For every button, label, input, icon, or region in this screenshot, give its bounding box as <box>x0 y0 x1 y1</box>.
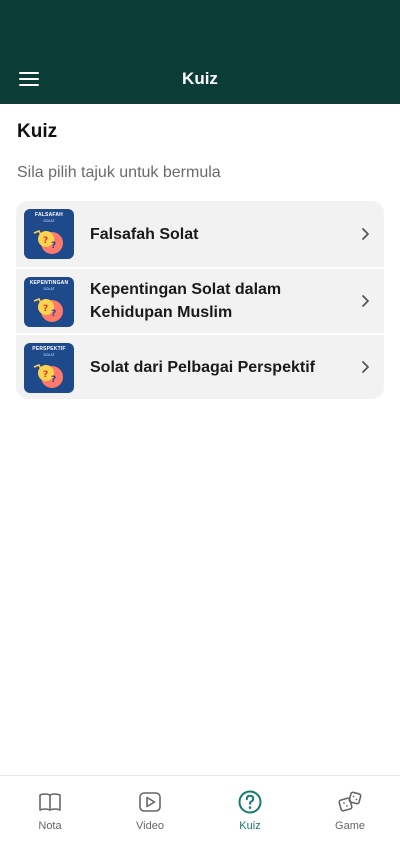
topic-thumbnail: FALSAFAH SOLAT ? ? <box>24 209 74 259</box>
chevron-right-icon <box>362 361 369 373</box>
svg-text:?: ? <box>43 304 48 314</box>
tab-kuiz[interactable]: Kuiz <box>200 776 300 867</box>
quiz-topic-label: Falsafah Solat <box>90 225 199 243</box>
svg-text:?: ? <box>51 375 56 385</box>
header-title: Kuiz <box>182 69 218 88</box>
bottom-navigation: Nota Video Kuiz Game <box>0 775 400 867</box>
question-circle-icon <box>238 790 262 814</box>
quiz-illustration-icon: ? ? <box>33 298 63 322</box>
quiz-topic-label: Solat dari Pelbagai Perspektif <box>90 358 315 376</box>
quiz-topic-item[interactable]: FALSAFAH SOLAT ? ? Falsafah Solat <box>16 201 384 267</box>
tab-label: Nota <box>38 820 62 832</box>
page-subtitle: Sila pilih tajuk untuk bermula <box>17 164 221 181</box>
thumbnail-title: PERSPEKTIF <box>32 346 66 352</box>
svg-text:?: ? <box>43 236 48 246</box>
quiz-illustration-icon: ? ? <box>33 364 63 388</box>
chevron-right-icon <box>362 295 369 307</box>
tab-label: Game <box>335 820 365 832</box>
app-header: Kuiz <box>0 0 400 104</box>
quiz-topic-label: Kepentingan Solat dalam Kehidupan Muslim <box>90 281 282 321</box>
quiz-topic-item[interactable]: KEPENTINGAN SOLAT ? ? Kepentingan Solat … <box>16 267 384 333</box>
svg-text:?: ? <box>43 370 48 380</box>
play-icon <box>139 792 161 812</box>
thumbnail-title: KEPENTINGAN <box>29 280 69 286</box>
tab-label: Kuiz <box>239 820 261 832</box>
topic-thumbnail: PERSPEKTIF SOLAT ? ? <box>24 343 74 393</box>
svg-text:?: ? <box>51 309 56 319</box>
topic-thumbnail: KEPENTINGAN SOLAT ? ? <box>24 277 74 327</box>
dice-icon <box>338 791 362 812</box>
tab-label: Video <box>136 820 164 832</box>
quiz-topic-list: FALSAFAH SOLAT ? ? Falsafah Solat KEPENT… <box>16 201 384 399</box>
page-title: Kuiz <box>17 121 58 142</box>
svg-text:?: ? <box>51 241 56 251</box>
tab-game[interactable]: Game <box>300 776 400 867</box>
quiz-illustration-icon: ? ? <box>33 230 63 254</box>
tab-video[interactable]: Video <box>100 776 200 867</box>
book-icon <box>39 793 61 811</box>
tab-nota[interactable]: Nota <box>0 776 100 867</box>
quiz-topic-item[interactable]: PERSPEKTIF SOLAT ? ? Solat dari Pelbagai… <box>16 333 384 399</box>
chevron-right-icon <box>362 228 369 240</box>
thumbnail-title: FALSAFAH <box>35 212 63 218</box>
